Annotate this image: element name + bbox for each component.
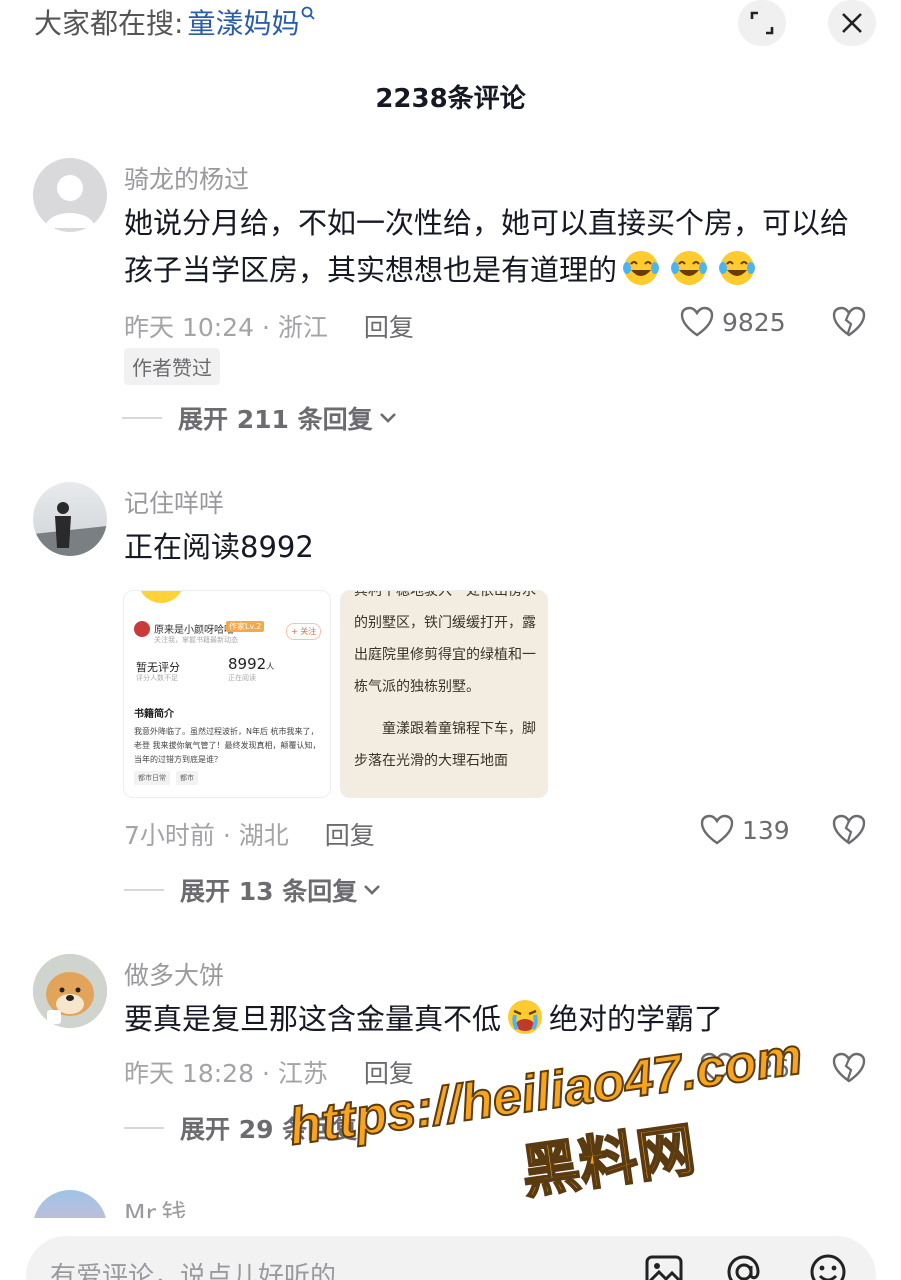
- dislike-button[interactable]: [832, 814, 866, 850]
- tears-of-joy-emoji: [617, 251, 761, 287]
- readers-unit: 人: [266, 662, 275, 671]
- search-suggestion[interactable]: 大家都在搜: 童漾妈妈: [34, 2, 316, 42]
- avatar[interactable]: [33, 954, 107, 1028]
- time-location: 7小时前 · 湖北: [124, 821, 289, 850]
- comment-meta: 7小时前 · 湖北 回复: [124, 816, 375, 852]
- comment-count: 2238条评论: [375, 84, 526, 114]
- intro-title: 书籍简介: [134, 709, 174, 720]
- readers-number: 8992: [228, 655, 267, 673]
- broken-heart-icon: [832, 814, 866, 845]
- book-page-text: 宾利平稳地驶入一处依山傍水的别墅区，铁门缓缓打开，露出庭院里修剪得宜的绿植和一栋…: [354, 590, 538, 777]
- reply-button[interactable]: 回复: [325, 816, 375, 852]
- book-page-line: 宾利平稳地驶入一处依山傍水的别墅区，铁门缓缓打开，露出庭院里修剪得宜的绿植和一栋…: [354, 590, 536, 695]
- expand-replies[interactable]: 展开 13 条回复: [124, 872, 381, 908]
- like-button[interactable]: 9825: [680, 306, 786, 338]
- comment-text: 正在阅读8992: [124, 530, 314, 564]
- intro-text: 我意外降临了。虽然过程波折，N年后 杭市我来了，老登 我来拔你氧气管了！最终发现…: [134, 727, 321, 764]
- comment-text: 她说分月给，不如一次性给，她可以直接买个房，可以给孩子当学区房，其实想想也是有道…: [124, 200, 864, 294]
- book-tag: 都市: [176, 771, 198, 785]
- book-page-line: 童漾跟着童锦程下车，脚步落在光滑的大理石地面: [354, 721, 536, 769]
- username[interactable]: 骑龙的杨过: [124, 160, 249, 196]
- expand-icon: [750, 11, 774, 35]
- author-avatar: [134, 621, 150, 637]
- top-bar: 大家都在搜: 童漾妈妈: [0, 0, 901, 48]
- expand-replies-label: 展开 211 条回复: [178, 405, 373, 434]
- close-icon: [842, 13, 862, 33]
- image-button[interactable]: [644, 1252, 684, 1280]
- username[interactable]: 记住咩咩: [124, 484, 224, 520]
- mention-button[interactable]: [724, 1252, 764, 1280]
- close-button[interactable]: [828, 0, 876, 46]
- divider: [124, 1127, 164, 1129]
- like-count: 9825: [722, 307, 786, 337]
- book-card-image[interactable]: 原来是小颜呀哈哈 作家Lv.2 关注我，掌握书籍最新动态 + 关注 暂无评分 评…: [123, 590, 331, 798]
- smiley-icon: [810, 1254, 846, 1280]
- author-name: 原来是小颜呀哈哈: [154, 625, 234, 636]
- divider: [122, 417, 162, 419]
- author-sub: 关注我，掌握书籍最新动态: [154, 636, 238, 644]
- dislike-button[interactable]: [832, 306, 866, 342]
- comment-body: 要真是复旦那这含金量真不低: [124, 1002, 502, 1036]
- emoji-sticker: [138, 591, 184, 603]
- at-icon: [727, 1255, 760, 1280]
- reply-button[interactable]: 回复: [364, 308, 414, 344]
- broken-heart-icon: [832, 306, 866, 337]
- username[interactable]: 做多大饼: [124, 956, 224, 992]
- readers-sub: 正在阅读: [228, 674, 256, 682]
- avatar[interactable]: [33, 158, 107, 232]
- heart-icon: [680, 306, 714, 337]
- chevron-down-icon: [379, 413, 396, 423]
- heart-icon: [700, 814, 734, 845]
- image-icon: [645, 1255, 683, 1280]
- score-sub: 评分人数不足: [136, 674, 178, 682]
- divider: [124, 889, 164, 891]
- expand-button[interactable]: [738, 0, 786, 46]
- search-icon: [301, 5, 316, 24]
- like-count: 139: [742, 815, 790, 845]
- book-page-image[interactable]: 宾利平稳地驶入一处依山傍水的别墅区，铁门缓缓打开，露出庭院里修剪得宜的绿植和一栋…: [340, 590, 548, 798]
- search-keyword[interactable]: 童漾妈妈: [187, 2, 299, 42]
- chevron-down-icon: [364, 885, 381, 895]
- comment-meta: 昨天 10:24 · 浙江 回复: [124, 308, 414, 344]
- readers-count: 8992人: [228, 655, 274, 673]
- time-location: 昨天 10:24 · 浙江: [124, 313, 328, 342]
- like-button[interactable]: 139: [700, 814, 790, 846]
- follow-label: + 关注: [286, 623, 322, 640]
- author-tag: 作家Lv.2: [226, 621, 265, 632]
- comment-input-placeholder: 有爱评论，说点儿好听的: [50, 1262, 337, 1280]
- author-liked-badge: 作者赞过: [124, 348, 220, 385]
- avatar[interactable]: [33, 482, 107, 556]
- search-prefix: 大家都在搜:: [34, 7, 184, 40]
- emoji-button[interactable]: [808, 1252, 848, 1280]
- book-tag: 都市日常: [134, 771, 170, 785]
- expand-replies[interactable]: 展开 211 条回复: [122, 400, 397, 436]
- expand-replies-label: 展开 13 条回复: [180, 877, 358, 906]
